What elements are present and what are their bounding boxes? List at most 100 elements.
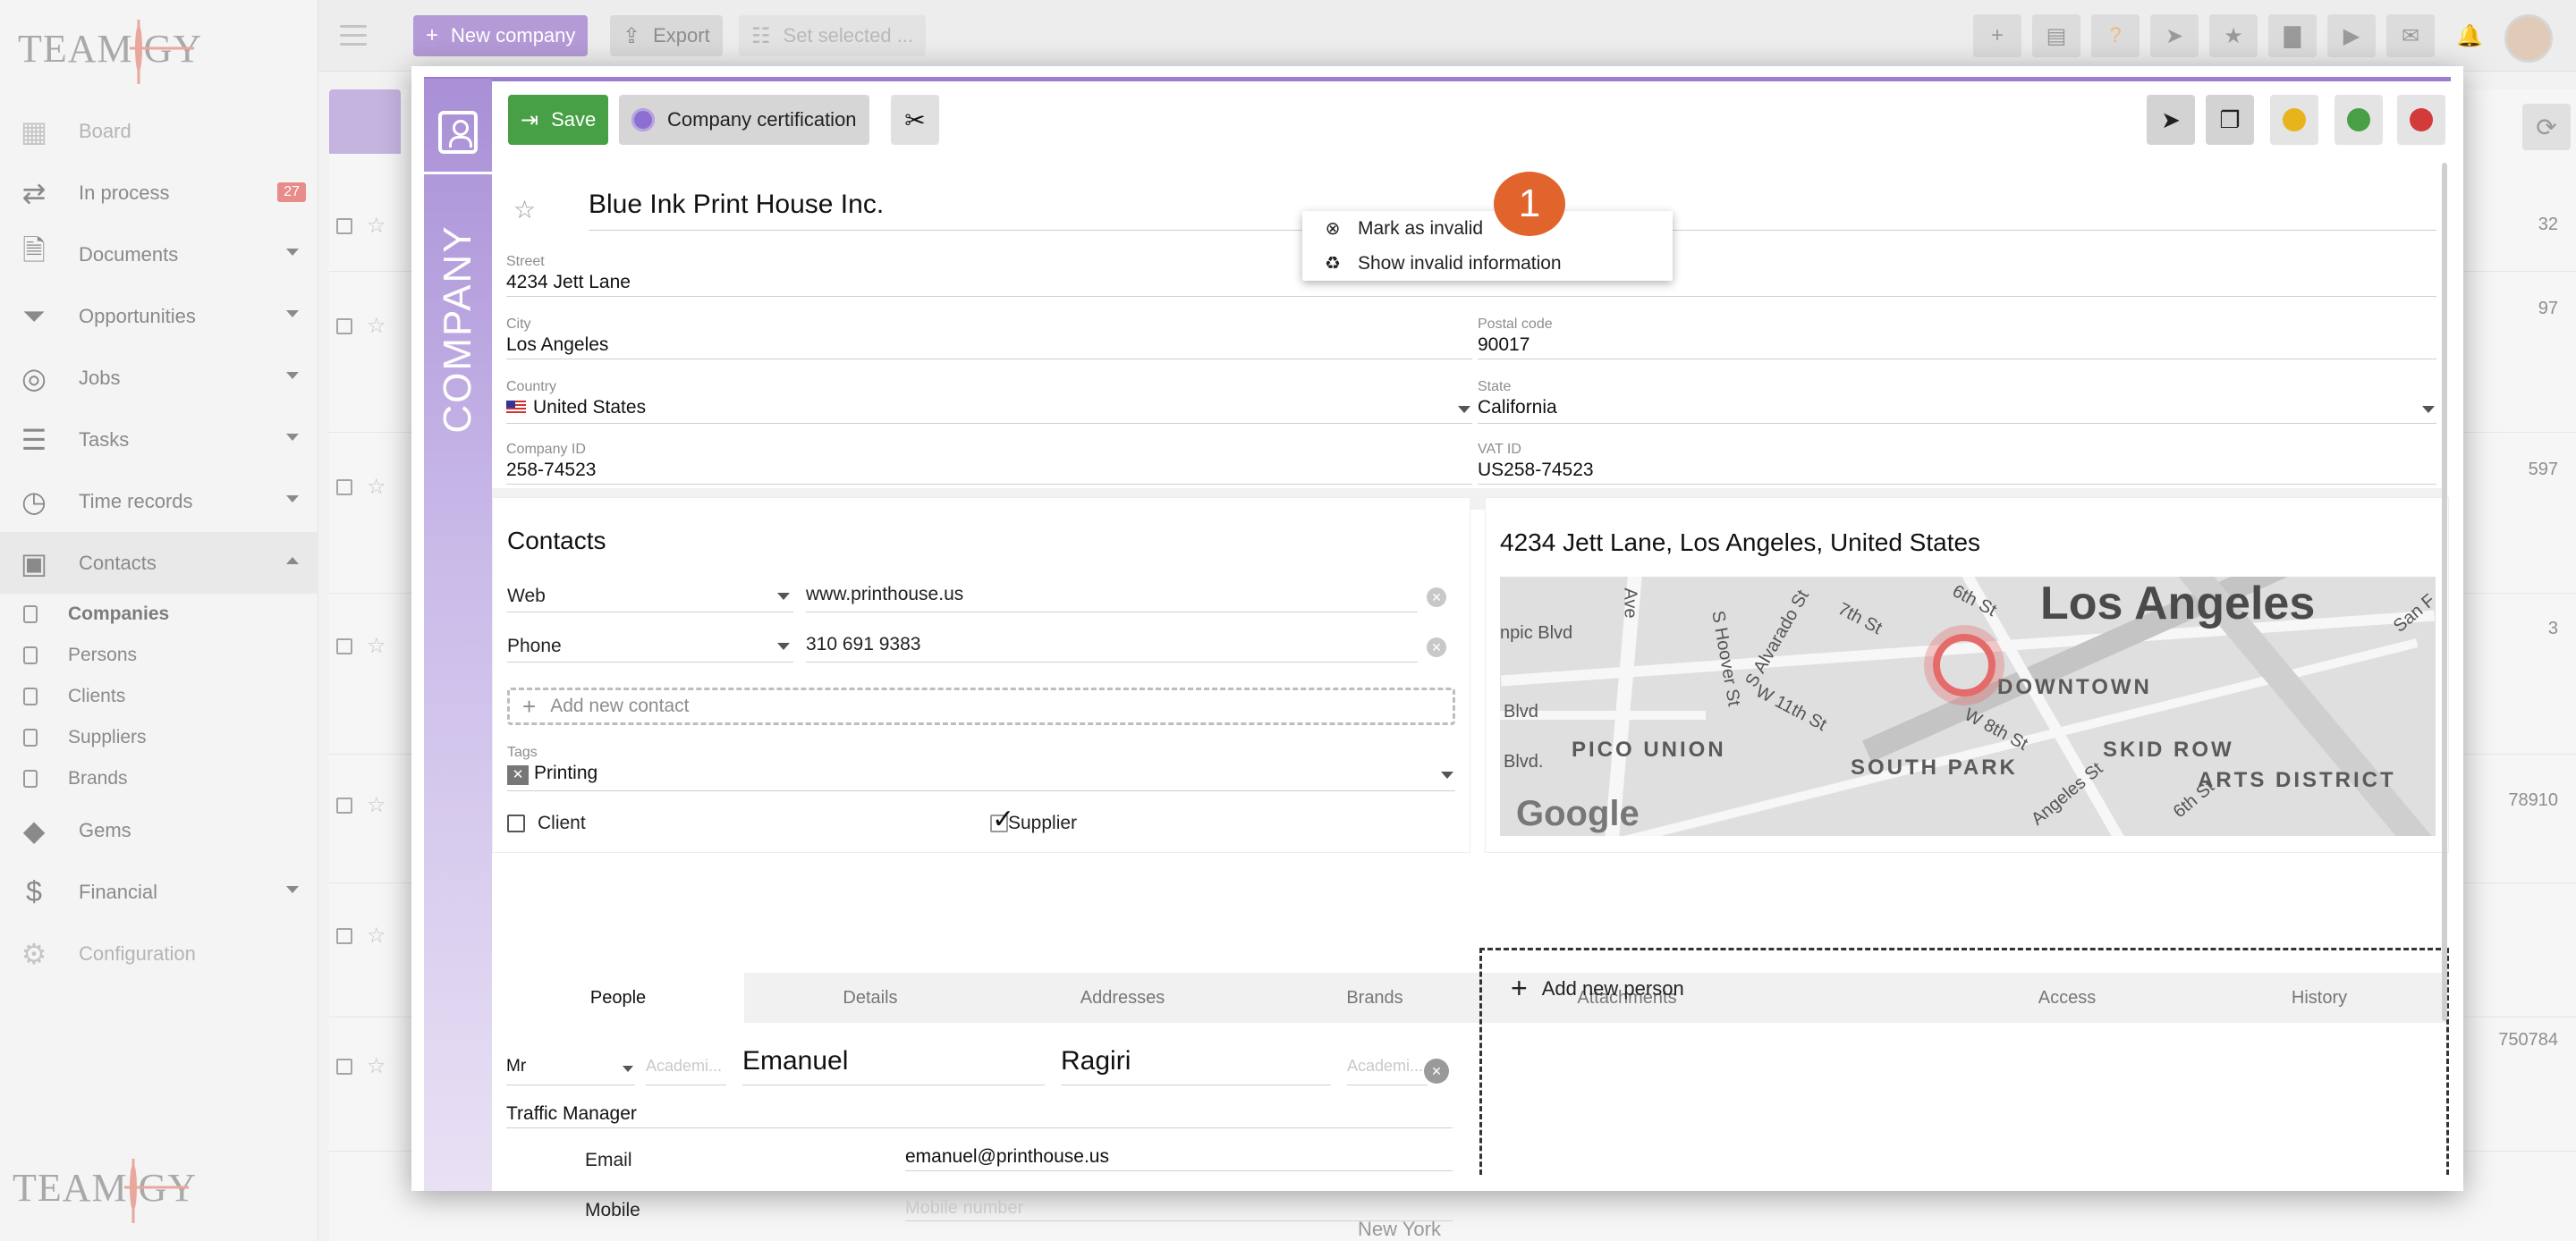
contact-type-value: Phone (507, 636, 562, 656)
star-icon[interactable]: ☆ (367, 633, 386, 659)
supplier-checkbox[interactable]: Supplier (990, 804, 1077, 835)
star-icon[interactable]: ☆ (367, 1053, 386, 1079)
contact-value-input[interactable]: 310 691 9383 (806, 629, 1418, 663)
row-checkbox[interactable] (336, 798, 352, 814)
new-company-button[interactable]: + New company (413, 15, 589, 56)
contact-value-input[interactable]: www.printhouse.us (806, 578, 1418, 612)
mobile-input[interactable]: Mobile number (905, 1189, 1453, 1221)
hamburger-icon[interactable] (340, 25, 367, 52)
remove-tag-icon[interactable]: ✕ (507, 765, 529, 785)
list-type-tab[interactable] (329, 89, 401, 154)
academic-title-prefix-input[interactable]: Academi... (646, 1046, 726, 1085)
favorite-star-icon[interactable]: ☆ (513, 195, 536, 224)
state-select[interactable]: State California (1478, 379, 2436, 424)
city-field[interactable]: City Los Angeles (506, 317, 1472, 359)
location-map[interactable]: npic Blvd Ave S Hoover St S Alvarado St … (1500, 577, 2436, 836)
export-button[interactable]: ⇪ Export (610, 15, 723, 56)
star-icon[interactable]: ☆ (367, 213, 386, 239)
remove-contact-icon[interactable]: ✕ (1427, 587, 1446, 607)
sidebar-item-gems[interactable]: ◆ Gems (0, 799, 318, 861)
inbox-icon[interactable]: ▇ (2268, 14, 2317, 57)
tab-brands[interactable]: Brands (1249, 973, 1501, 1023)
close-button[interactable] (2397, 95, 2445, 145)
company-certification-button[interactable]: Company certification (619, 95, 869, 145)
sidebar-item-contacts[interactable]: ▣ Contacts (0, 532, 318, 594)
us-flag-icon (506, 401, 526, 414)
first-name-input[interactable]: Emanuel (742, 1046, 1045, 1085)
company-id-field[interactable]: Company ID 258-74523 (506, 442, 1472, 485)
add-contact-button[interactable]: + Add new contact (507, 688, 1455, 725)
email-input[interactable]: emanuel@printhouse.us (905, 1139, 1453, 1171)
sidebar-item-jobs[interactable]: ◎ Jobs (0, 347, 318, 409)
sidebar-subitem-suppliers[interactable]: Suppliers (0, 717, 318, 758)
chat-icon[interactable]: ✉ (2386, 14, 2435, 57)
postal-code-field[interactable]: Postal code 90017 (1478, 317, 2436, 359)
sidebar-subitem-companies[interactable]: Companies (0, 594, 318, 635)
tab-people[interactable]: People (492, 973, 744, 1023)
academic-title-suffix-input[interactable]: Academi... (1347, 1046, 1428, 1085)
minimize-icon (2283, 108, 2306, 131)
row-checkbox[interactable] (336, 318, 352, 334)
sidebar-item-opportunities[interactable]: ⏷ Opportunities (0, 285, 318, 347)
add-icon[interactable]: + (1973, 14, 2021, 57)
add-person-button[interactable]: + Add new person (1479, 948, 2449, 1175)
row-value: 78910 (2508, 790, 2558, 810)
note-icon[interactable]: ▤ (2032, 14, 2080, 57)
contact-type-select[interactable]: Phone (507, 629, 793, 663)
tab-details[interactable]: Details (744, 973, 996, 1023)
help-icon[interactable]: ? (2091, 14, 2140, 57)
copy-button[interactable]: ❐ (2206, 95, 2254, 145)
tools-button[interactable]: ✂ (891, 95, 939, 145)
sidebar-item-documents[interactable]: 🗎 Documents (0, 224, 318, 285)
row-checkbox[interactable] (336, 638, 352, 654)
row-checkbox[interactable] (336, 479, 352, 495)
row-checkbox[interactable] (336, 928, 352, 944)
tags-select[interactable]: Tags ✕ Printing (507, 745, 1455, 791)
sidebar-item-configuration[interactable]: ⚙ Configuration (0, 923, 318, 984)
row-checkbox[interactable] (336, 1059, 352, 1075)
avatar[interactable] (2504, 14, 2553, 63)
send-icon[interactable]: ➤ (2150, 14, 2199, 57)
menu-item-mark-invalid[interactable]: ⊗ Mark as invalid (1302, 211, 1673, 246)
star-icon[interactable]: ★ (2209, 14, 2258, 57)
contact-card-icon (23, 605, 38, 623)
remove-contact-icon[interactable]: ✕ (1427, 637, 1446, 657)
bell-icon[interactable]: 🔔 (2445, 14, 2494, 57)
sidebar-item-label: Time records (79, 489, 193, 512)
sidebar-item-board[interactable]: ▦ Board (0, 100, 318, 162)
position-input[interactable]: Traffic Manager (506, 1094, 1453, 1128)
save-button[interactable]: ⇥ Save (508, 95, 609, 145)
star-icon[interactable]: ☆ (367, 313, 386, 339)
sidebar-item-financial[interactable]: $ Financial (0, 861, 318, 923)
modal-scrollbar[interactable] (2442, 163, 2447, 1021)
row-checkbox[interactable] (336, 218, 352, 234)
client-checkbox[interactable]: Client (507, 813, 586, 834)
restore-button[interactable] (2334, 95, 2383, 145)
plus-icon: + (1511, 972, 1528, 1004)
star-icon[interactable]: ☆ (367, 474, 386, 500)
star-icon[interactable]: ☆ (367, 923, 386, 949)
menu-item-show-invalid[interactable]: ♻ Show invalid information (1302, 246, 1673, 281)
salutation-select[interactable]: Mr (506, 1046, 635, 1085)
record-type-label: COMPANY (436, 224, 479, 434)
sidebar-item-in-process[interactable]: ⇄ In process 27 (0, 162, 318, 224)
country-select[interactable]: Country United States (506, 379, 1472, 424)
video-icon[interactable]: ▶ (2327, 14, 2376, 57)
sidebar-item-tasks[interactable]: ☰ Tasks (0, 409, 318, 470)
star-icon[interactable]: ☆ (367, 792, 386, 818)
send-button[interactable]: ➤ (2147, 95, 2195, 145)
minimize-button[interactable] (2270, 95, 2318, 145)
tab-addresses[interactable]: Addresses (996, 973, 1249, 1023)
set-selected-button[interactable]: ☷ Set selected ... (739, 15, 927, 56)
remove-person-icon[interactable]: ✕ (1424, 1059, 1449, 1084)
contact-type-select[interactable]: Web (507, 578, 793, 612)
sidebar-subitem-clients[interactable]: Clients (0, 676, 318, 717)
last-name-input[interactable]: Ragiri (1061, 1046, 1331, 1085)
vat-id-field[interactable]: VAT ID US258-74523 (1478, 442, 2436, 485)
sidebar-subitem-brands[interactable]: Brands (0, 758, 318, 799)
refresh-icon[interactable]: ⟳ (2522, 104, 2571, 150)
sidebar-subitem-persons[interactable]: Persons (0, 635, 318, 676)
contact-card-icon (23, 770, 38, 788)
checkbox-box (507, 815, 525, 832)
sidebar-item-time-records[interactable]: ◷ Time records (0, 470, 318, 532)
